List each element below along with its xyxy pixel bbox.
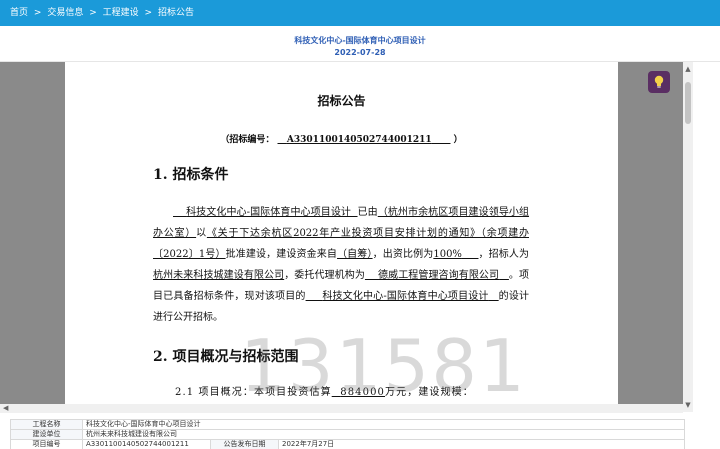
table-label: 建设单位 xyxy=(10,429,83,440)
project-info-table: 工程名称 科技文化中心-国际体育中心项目设计 建设单位 杭州未来科技城建设有限公… xyxy=(10,419,685,449)
document-page: 招标公告 （招标编号： A3301100140502744001211 ） 1.… xyxy=(65,62,618,404)
table-label: 工程名称 xyxy=(10,419,83,430)
breadcrumb-engineering[interactable]: 工程建设 xyxy=(103,8,139,18)
table-value: 科技文化中心-国际体育中心项目设计 xyxy=(82,419,685,430)
chevron-left-icon[interactable]: ◀ xyxy=(3,404,8,413)
section1-heading: 1. 招标条件 xyxy=(153,167,229,183)
breadcrumb-separator: > xyxy=(144,8,153,18)
document-viewer[interactable]: 招标公告 （招标编号： A3301100140502744001211 ） 1.… xyxy=(0,62,683,404)
project-name-repeat: 科技文化中心-国际体育中心项目设计 xyxy=(322,291,489,302)
table-row: 项目编号 A3301100140502744001211 公告发布日期 2022… xyxy=(10,439,685,449)
page-header: 科技文化中心-国际体育中心项目设计 2022-07-28 xyxy=(0,26,720,62)
tenderer: 杭州未来科技城建设有限公司 xyxy=(153,270,285,281)
table-value: 2022年7月27日 xyxy=(278,439,685,449)
breadcrumb-current: 招标公告 xyxy=(157,8,194,18)
table-value: A3301100140502744001211 xyxy=(82,439,211,449)
table-row: 工程名称 科技文化中心-国际体育中心项目设计 xyxy=(10,419,685,430)
project-name: 科技文化中心-国际体育中心项目设计 xyxy=(186,207,351,218)
scrollbar-thumb[interactable] xyxy=(685,82,691,124)
table-value: 杭州未来科技城建设有限公司 xyxy=(82,429,685,440)
chevron-down-icon[interactable]: ▼ xyxy=(683,400,693,410)
lightbulb-icon xyxy=(654,75,664,88)
horizontal-scrollbar[interactable]: ◀ xyxy=(0,404,683,413)
tender-code-label: （招标编号： xyxy=(220,135,275,145)
section2-heading: 2. 项目概况与招标范围 xyxy=(153,349,299,365)
vertical-scrollbar[interactable]: ▲ ▼ xyxy=(683,62,693,412)
tender-code: （招标编号： A3301100140502744001211 ） xyxy=(65,132,618,145)
tender-code-close: ） xyxy=(453,135,463,145)
table-label: 公告发布日期 xyxy=(210,439,279,449)
investment-ratio: 100% xyxy=(433,249,462,260)
section2-line: 2.1 项目概况：本项目投资估算 884000万元，建设规模： xyxy=(175,387,474,398)
table-row: 建设单位 杭州未来科技城建设有限公司 xyxy=(10,429,685,440)
breadcrumb-trading-info[interactable]: 交易信息 xyxy=(47,8,83,18)
breadcrumb: 首页 > 交易信息 > 工程建设 > 招标公告 xyxy=(0,0,720,26)
section1-paragraph: 科技文化中心-国际体育中心项目设计 已由（杭州市余杭区项目建设领导小组办公室）以… xyxy=(153,207,530,323)
breadcrumb-separator: > xyxy=(89,8,97,18)
breadcrumb-separator: > xyxy=(33,8,42,18)
investment-amount: 884000 xyxy=(340,387,386,398)
agency: 德威工程管理咨询有限公司 xyxy=(378,270,500,281)
table-label: 项目编号 xyxy=(10,439,83,449)
breadcrumb-home[interactable]: 首页 xyxy=(10,8,28,18)
tender-code-value: A3301100140502744001211 xyxy=(286,135,432,145)
tip-button[interactable] xyxy=(648,71,670,93)
publish-date: 2022-07-28 xyxy=(334,48,386,57)
document-title: 招标公告 xyxy=(317,94,366,108)
chevron-up-icon[interactable]: ▲ xyxy=(683,64,693,74)
fund-source: （自筹） xyxy=(337,249,373,260)
page-title: 科技文化中心-国际体育中心项目设计 xyxy=(294,36,426,45)
